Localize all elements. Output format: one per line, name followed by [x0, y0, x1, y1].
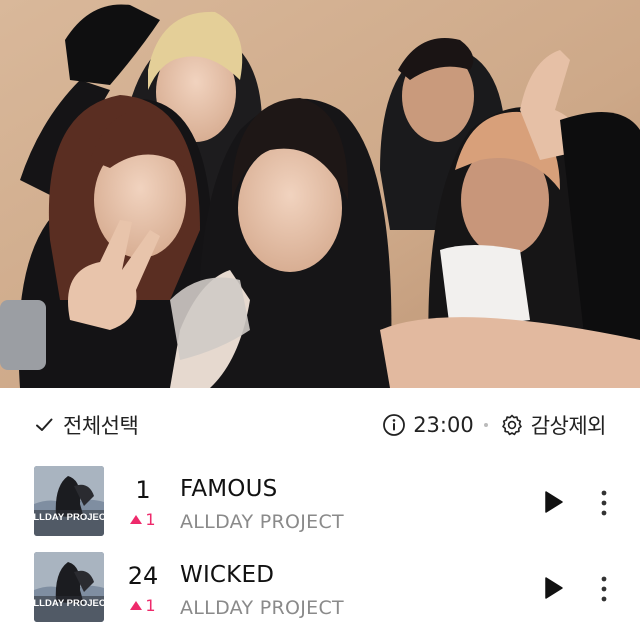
triangle-up-icon: [130, 515, 143, 524]
more-options-button[interactable]: [594, 574, 614, 604]
chart-rank: 1: [135, 476, 151, 504]
rank-change-value: 1: [145, 596, 156, 615]
checkmark-icon: [34, 415, 54, 435]
album-art[interactable]: ALLDAY PROJECT: [34, 466, 104, 536]
album-art[interactable]: ALLDAY PROJECT: [34, 552, 104, 622]
rank-change: 1: [108, 596, 178, 615]
select-all-button[interactable]: 전체선택: [34, 410, 139, 440]
triangle-up-icon: [130, 601, 143, 610]
more-vertical-icon: [601, 490, 607, 516]
rank-change: 1: [108, 510, 178, 529]
track-list: ALLDAY PROJECT 1 1 FAMOUS ALLDAY PROJECT: [0, 462, 640, 634]
select-all-label: 전체선택: [63, 414, 139, 438]
song-title[interactable]: FAMOUS: [180, 476, 277, 502]
artist-name[interactable]: ALLDAY PROJECT: [180, 511, 344, 533]
duration-text: 23:00: [413, 413, 474, 437]
more-vertical-icon: [601, 576, 607, 602]
hero-group-photo: [0, 0, 640, 388]
play-button[interactable]: [540, 575, 566, 601]
play-icon: [545, 577, 563, 599]
song-title[interactable]: WICKED: [180, 562, 274, 588]
play-button[interactable]: [540, 489, 566, 515]
info-icon: [382, 413, 406, 437]
album-art-text: ALLDAY PROJECT: [34, 512, 104, 523]
total-duration[interactable]: 23:00: [382, 413, 474, 437]
gear-icon: [500, 413, 524, 437]
chart-rank: 24: [127, 562, 159, 590]
track-row[interactable]: ALLDAY PROJECT 24 1 WICKED ALLDAY PROJEC…: [0, 548, 640, 634]
track-row[interactable]: ALLDAY PROJECT 1 1 FAMOUS ALLDAY PROJECT: [0, 462, 640, 548]
separator-dot: [483, 423, 488, 427]
list-controls: 전체선택 23:00 감상제외: [0, 388, 640, 462]
album-art-text: ALLDAY PROJECT: [34, 598, 104, 609]
exclude-listening-button[interactable]: 감상제외: [500, 410, 607, 440]
more-options-button[interactable]: [594, 488, 614, 518]
rank-change-value: 1: [145, 510, 156, 529]
controls-right-group: 23:00 감상제외: [382, 410, 607, 440]
exclude-listening-label: 감상제외: [530, 414, 607, 438]
play-icon: [545, 491, 563, 513]
group-photo-illustration: [0, 0, 640, 388]
artist-name[interactable]: ALLDAY PROJECT: [180, 597, 344, 619]
